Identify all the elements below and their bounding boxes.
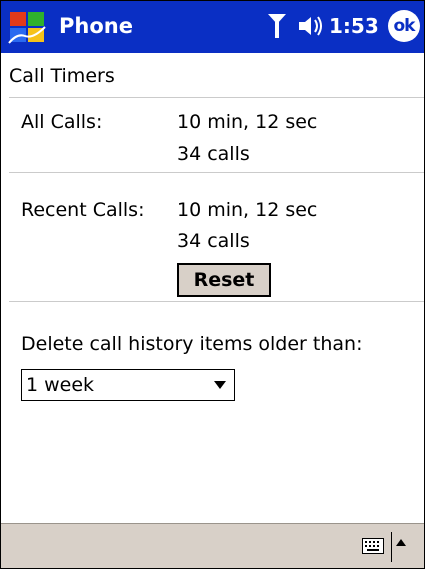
history-label: Delete call history items older than: [21,333,363,355]
all-calls-count: 34 calls [177,143,250,165]
divider [9,172,424,173]
all-calls-label: All Calls: [21,111,103,133]
all-calls-duration: 10 min, 12 sec [177,111,318,133]
speaker-volume-icon[interactable] [297,14,325,38]
history-age-value: 1 week [26,374,95,396]
clock[interactable]: 1:53 [329,14,379,38]
title-bar: Phone 1:53 ok [1,1,424,53]
signal-antenna-icon[interactable] [266,12,288,40]
ok-button-label: ok [393,16,416,36]
ok-button[interactable]: ok [388,10,420,42]
app-title: Phone [59,14,133,38]
recent-calls-count: 34 calls [177,230,250,252]
windows-start-icon[interactable] [7,9,47,45]
chevron-down-icon[interactable] [214,381,226,389]
phone-window: Phone 1:53 ok Call Timers All Calls: 10 … [0,0,425,569]
keyboard-icon[interactable] [362,538,384,554]
reset-button[interactable]: Reset [177,263,271,297]
history-age-dropdown[interactable]: 1 week [21,369,235,401]
up-arrow-icon[interactable] [396,539,406,546]
page-title: Call Timers [9,65,115,87]
bottom-menu-bar [1,523,424,568]
divider [9,301,424,302]
sip-separator [391,532,392,562]
divider [9,97,424,98]
recent-calls-label: Recent Calls: [21,199,145,221]
recent-calls-duration: 10 min, 12 sec [177,199,318,221]
